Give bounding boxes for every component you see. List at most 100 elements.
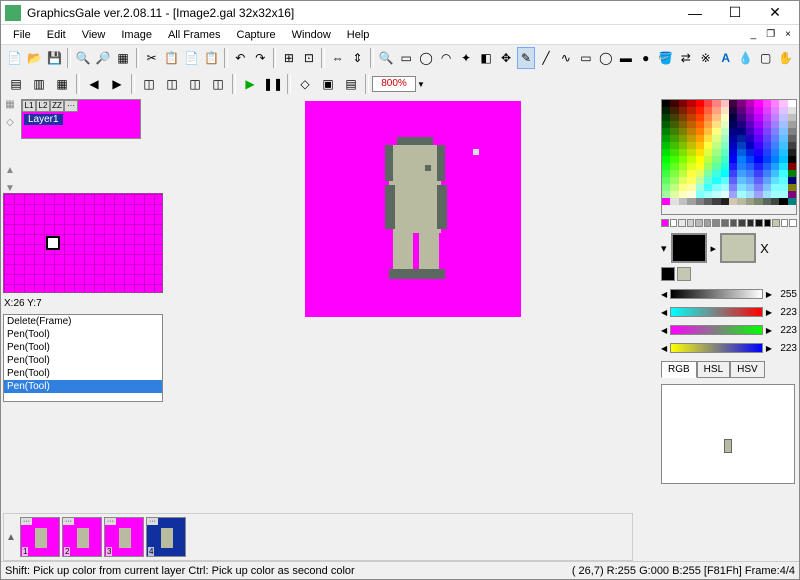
dotgrid-icon[interactable]: ⊞ — [279, 47, 298, 69]
palette-cell[interactable] — [696, 114, 704, 121]
mdi-min[interactable]: _ — [747, 29, 761, 40]
palette-cell[interactable] — [696, 107, 704, 114]
palette-cell[interactable] — [679, 100, 687, 107]
palette-cell[interactable] — [679, 177, 687, 184]
palette-cell[interactable] — [754, 121, 762, 128]
paste2-icon[interactable]: 📋 — [202, 47, 221, 69]
palette-cell[interactable] — [712, 135, 720, 142]
palette-cell[interactable] — [712, 142, 720, 149]
play-icon[interactable]: ▶ — [239, 73, 261, 95]
palette-cell[interactable] — [729, 163, 737, 170]
palette-cell[interactable] — [754, 163, 762, 170]
colorbox-icon[interactable]: ▢ — [756, 47, 775, 69]
palette-cell[interactable] — [729, 135, 737, 142]
palette-cell[interactable] — [670, 107, 678, 114]
slider-right-icon[interactable]: ▶ — [766, 326, 772, 335]
mini-swatch-1[interactable] — [661, 267, 675, 281]
palette-cell[interactable] — [763, 184, 771, 191]
gray-swatch-row[interactable] — [661, 219, 797, 227]
palette-cell[interactable] — [754, 156, 762, 163]
palette-cell[interactable] — [696, 198, 704, 205]
eyedrop-icon[interactable]: 💧 — [736, 47, 755, 69]
zoom-combo[interactable]: 800% — [372, 76, 416, 92]
slider-right-icon[interactable]: ▶ — [766, 308, 772, 317]
navigator-viewport[interactable] — [46, 236, 60, 250]
palette-cell[interactable] — [712, 184, 720, 191]
palette-cell[interactable] — [779, 142, 787, 149]
timeline[interactable]: ▲ ···1···2···3···4 — [3, 513, 633, 561]
palette-cell[interactable] — [754, 135, 762, 142]
selellipse-icon[interactable]: ◯ — [417, 47, 436, 69]
palette-cell[interactable] — [729, 100, 737, 107]
palette-cell[interactable] — [788, 156, 796, 163]
menu-file[interactable]: File — [5, 27, 39, 43]
colormode-tab-hsl[interactable]: HSL — [697, 361, 730, 378]
palette-cell[interactable] — [729, 142, 737, 149]
palette-cell[interactable] — [704, 128, 712, 135]
palette-cell[interactable] — [704, 149, 712, 156]
palette-cell[interactable] — [662, 156, 670, 163]
palette-cell[interactable] — [662, 149, 670, 156]
palette-cell[interactable] — [721, 177, 729, 184]
gray-cell[interactable] — [661, 219, 669, 227]
palette-cell[interactable] — [696, 184, 704, 191]
palette-cell[interactable] — [737, 128, 745, 135]
palette-cell[interactable] — [687, 135, 695, 142]
palette-cell[interactable] — [670, 149, 678, 156]
palette-cell[interactable] — [679, 191, 687, 198]
gray-cell[interactable] — [764, 219, 772, 227]
canvas-area[interactable] — [167, 97, 659, 561]
palette-cell[interactable] — [729, 114, 737, 121]
color-slider[interactable]: ◀▶223 — [661, 339, 797, 357]
palette-cell[interactable] — [763, 100, 771, 107]
delframe-icon[interactable]: ▦ — [51, 73, 73, 95]
menu-image[interactable]: Image — [113, 27, 160, 43]
palette-cell[interactable] — [771, 107, 779, 114]
palette-cell[interactable] — [662, 100, 670, 107]
swatch-arrow-icon[interactable]: ▾ — [661, 242, 667, 255]
palette-cell[interactable] — [662, 198, 670, 205]
palette-cell[interactable] — [771, 156, 779, 163]
minimize-button[interactable]: — — [675, 3, 715, 23]
palette-cell[interactable] — [788, 121, 796, 128]
palette-cell[interactable] — [779, 198, 787, 205]
palette-cell[interactable] — [788, 135, 796, 142]
palette-cell[interactable] — [662, 114, 670, 121]
replace-icon[interactable]: ⇄ — [676, 47, 695, 69]
canvas[interactable] — [305, 101, 521, 317]
palette-cell[interactable] — [771, 170, 779, 177]
palette-cell[interactable] — [771, 198, 779, 205]
palette-cell[interactable] — [746, 142, 754, 149]
gray-cell[interactable] — [781, 219, 789, 227]
gray-cell[interactable] — [687, 219, 695, 227]
magnify-icon[interactable]: 🔍 — [377, 47, 396, 69]
palette-cell[interactable] — [670, 177, 678, 184]
palette-cell[interactable] — [771, 191, 779, 198]
palette-cell[interactable] — [737, 177, 745, 184]
timeline-frame[interactable]: ···1 — [20, 517, 60, 557]
menu-capture[interactable]: Capture — [229, 27, 284, 43]
palette-cell[interactable] — [712, 198, 720, 205]
palette-cell[interactable] — [687, 191, 695, 198]
color-slider[interactable]: ◀▶223 — [661, 303, 797, 321]
palette-cell[interactable] — [763, 170, 771, 177]
palette-cell[interactable] — [771, 121, 779, 128]
palette-cell[interactable] — [729, 128, 737, 135]
palette-cell[interactable] — [763, 114, 771, 121]
palette-cell[interactable] — [687, 128, 695, 135]
layerlock-icon[interactable]: ◇ — [3, 117, 17, 131]
palette-cell[interactable] — [746, 184, 754, 191]
palette-cell[interactable] — [687, 114, 695, 121]
layer-tab-3[interactable]: ZZ — [50, 100, 64, 112]
palette-cell[interactable] — [704, 191, 712, 198]
history-item[interactable]: Pen(Tool) — [4, 354, 162, 367]
palette-cell[interactable] — [754, 100, 762, 107]
palette-cell[interactable] — [662, 184, 670, 191]
selrect-icon[interactable]: ▭ — [397, 47, 416, 69]
onion4-icon[interactable]: ◫ — [207, 73, 229, 95]
palette-cell[interactable] — [687, 170, 695, 177]
palette-cell[interactable] — [704, 163, 712, 170]
palette-cell[interactable] — [737, 107, 745, 114]
gray-cell[interactable] — [670, 219, 678, 227]
palette-cell[interactable] — [712, 170, 720, 177]
